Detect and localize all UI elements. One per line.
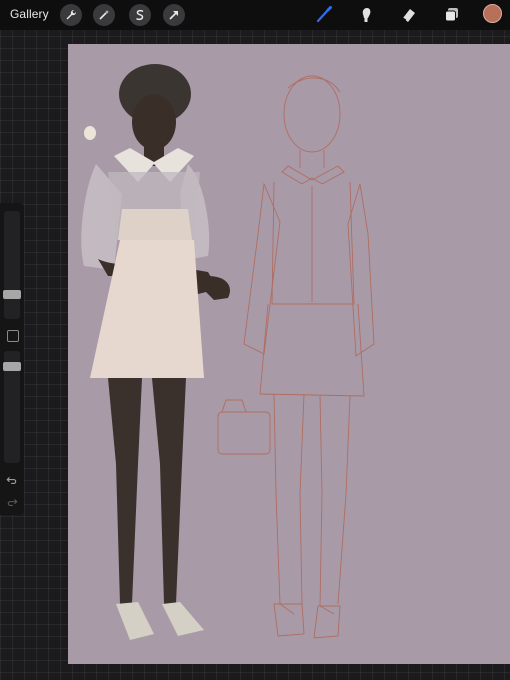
brush-size-thumb[interactable]	[3, 290, 21, 299]
artwork	[81, 64, 375, 640]
brush-icon[interactable]	[313, 4, 335, 26]
redo-icon[interactable]	[5, 495, 19, 509]
modify-button[interactable]	[7, 330, 19, 342]
undo-icon[interactable]	[5, 473, 19, 487]
opacity-thumb[interactable]	[3, 362, 21, 371]
selection-s-icon[interactable]	[129, 4, 151, 26]
gallery-button[interactable]: Gallery	[10, 7, 49, 21]
smudge-icon[interactable]	[356, 4, 378, 26]
sketch-figure	[217, 75, 375, 639]
transform-arrow-icon[interactable]	[163, 4, 185, 26]
top-toolbar: Gallery	[0, 0, 510, 30]
layers-icon[interactable]	[441, 4, 463, 26]
brush-size-slider[interactable]	[4, 211, 20, 319]
painted-figure	[81, 64, 230, 640]
color-picker-button[interactable]	[483, 4, 502, 23]
wrench-icon[interactable]	[60, 4, 82, 26]
magic-wand-icon[interactable]	[93, 4, 115, 26]
eraser-icon[interactable]	[398, 4, 420, 26]
left-sidebar	[0, 203, 24, 515]
drawing-canvas[interactable]	[68, 44, 510, 664]
